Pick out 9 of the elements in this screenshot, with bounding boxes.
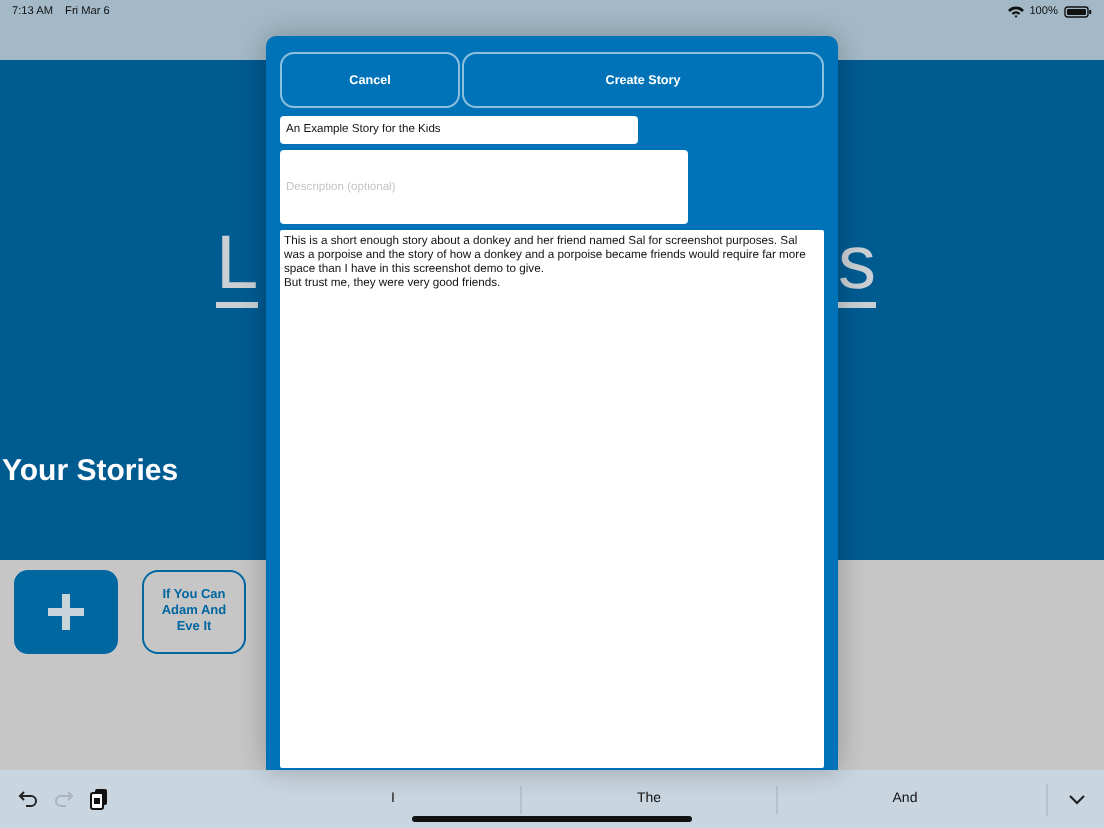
plus-icon [48, 594, 84, 630]
undo-icon[interactable] [18, 790, 38, 808]
paste-icon[interactable] [90, 788, 108, 810]
add-story-button[interactable] [14, 570, 118, 654]
section-title: Your Stories [0, 454, 181, 488]
heading-text: L [216, 224, 259, 308]
wifi-icon [1007, 6, 1024, 18]
battery-icon [1064, 6, 1092, 18]
chevron-down-icon[interactable] [1067, 793, 1085, 805]
